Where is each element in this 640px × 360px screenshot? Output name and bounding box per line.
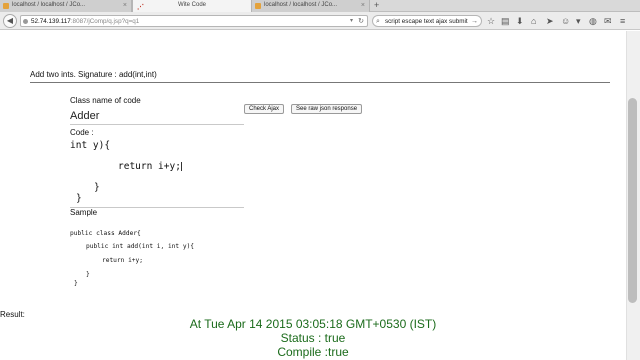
downloads-icon[interactable]: ⬇ xyxy=(516,15,524,27)
code-editor[interactable]: int y){ return i+y; } } xyxy=(70,140,244,208)
url-path: :8087/jComp/q.jsp?q=q1 xyxy=(70,18,140,25)
classname-input[interactable] xyxy=(70,107,244,125)
close-tab-icon[interactable]: × xyxy=(361,0,365,11)
scrollbar-thumb[interactable] xyxy=(628,98,637,303)
home-icon[interactable]: ⌂ xyxy=(531,15,536,27)
tab-title: Wite Code xyxy=(177,2,206,8)
url-host: 52.74.139.117 xyxy=(31,18,71,25)
bookmarks-list-icon[interactable]: ▤ xyxy=(501,15,510,27)
send-icon[interactable]: ➤ xyxy=(546,15,554,27)
new-tab-icon[interactable]: + xyxy=(374,0,379,11)
bookmark-star-icon[interactable]: ☆ xyxy=(487,15,495,27)
check-ajax-button[interactable]: Check Ajax xyxy=(244,104,285,114)
back-arrow-icon: ◀ xyxy=(6,16,14,25)
sample-line: return i+y; xyxy=(102,257,143,264)
back-button[interactable]: ◀ xyxy=(3,14,17,28)
sample-line: } xyxy=(74,280,78,287)
tab-wite-code[interactable]: ⋰ Wite Code xyxy=(132,0,252,12)
favicon-icon xyxy=(3,3,9,9)
text-caret xyxy=(180,162,182,171)
sample-line: public int add(int i, int y){ xyxy=(86,243,195,250)
tab-title: localhost / localhost / JCo... xyxy=(264,2,338,8)
url-bar[interactable]: 52.74.139.117:8087/jComp/q.jsp?q=q1 ▾ ↻ xyxy=(20,15,368,27)
favicon-icon xyxy=(255,3,261,9)
sample-line: } xyxy=(86,271,90,278)
menu-dropdown-icon[interactable]: ▾ xyxy=(576,15,581,27)
result-compile: Compile :true xyxy=(277,345,349,359)
close-tab-icon[interactable]: × xyxy=(123,0,127,11)
navigation-bar: ◀ 52.74.139.117:8087/jComp/q.jsp?q=q1 ▾ … xyxy=(0,12,640,30)
search-bar[interactable]: ⌕ script escape text ajax submit → xyxy=(372,15,482,27)
classname-label: Class name of code xyxy=(70,96,141,105)
problem-signature: Add two ints. Signature : add(int,int) xyxy=(30,70,157,79)
reload-icon[interactable]: ↻ xyxy=(358,16,364,27)
code-line: } xyxy=(94,182,100,193)
sync-icon[interactable]: ☺ xyxy=(561,15,570,27)
code-favicon-icon: ⋰ xyxy=(137,4,144,11)
search-text: script escape text ajax submit xyxy=(385,18,468,25)
code-line: return i+y; xyxy=(118,161,181,172)
search-go-icon[interactable]: → xyxy=(471,16,478,26)
code-label: Code : xyxy=(70,128,94,137)
tab-localhost-1[interactable]: localhost / localhost / JCo... × xyxy=(0,0,132,12)
code-line: int y){ xyxy=(70,140,111,151)
hamburger-menu-icon[interactable]: ≡ xyxy=(620,15,625,27)
divider xyxy=(30,82,610,83)
site-info-icon[interactable] xyxy=(23,19,28,24)
sample-line: public class Adder{ xyxy=(70,230,141,237)
raw-json-button[interactable]: See raw json response xyxy=(291,104,363,114)
chat-icon[interactable]: ✉ xyxy=(604,15,612,27)
code-line-with-caret: return i+y; xyxy=(118,161,182,172)
result-status: Status : true xyxy=(280,331,346,345)
code-line: } xyxy=(76,193,82,204)
dropdown-arrow-icon[interactable]: ▾ xyxy=(350,16,353,27)
search-icon: ⌕ xyxy=(376,18,380,25)
tab-localhost-2[interactable]: localhost / localhost / JCo... × xyxy=(252,0,370,12)
addon-icon[interactable]: ◍ xyxy=(589,15,597,27)
sample-label: Sample xyxy=(70,208,98,217)
tab-bar: localhost / localhost / JCo... × ⋰ Wite … xyxy=(0,0,640,12)
tab-title: localhost / localhost / JCo... xyxy=(12,2,86,8)
result-timestamp: At Tue Apr 14 2015 03:05:18 GMT+0530 (IS… xyxy=(189,317,437,331)
